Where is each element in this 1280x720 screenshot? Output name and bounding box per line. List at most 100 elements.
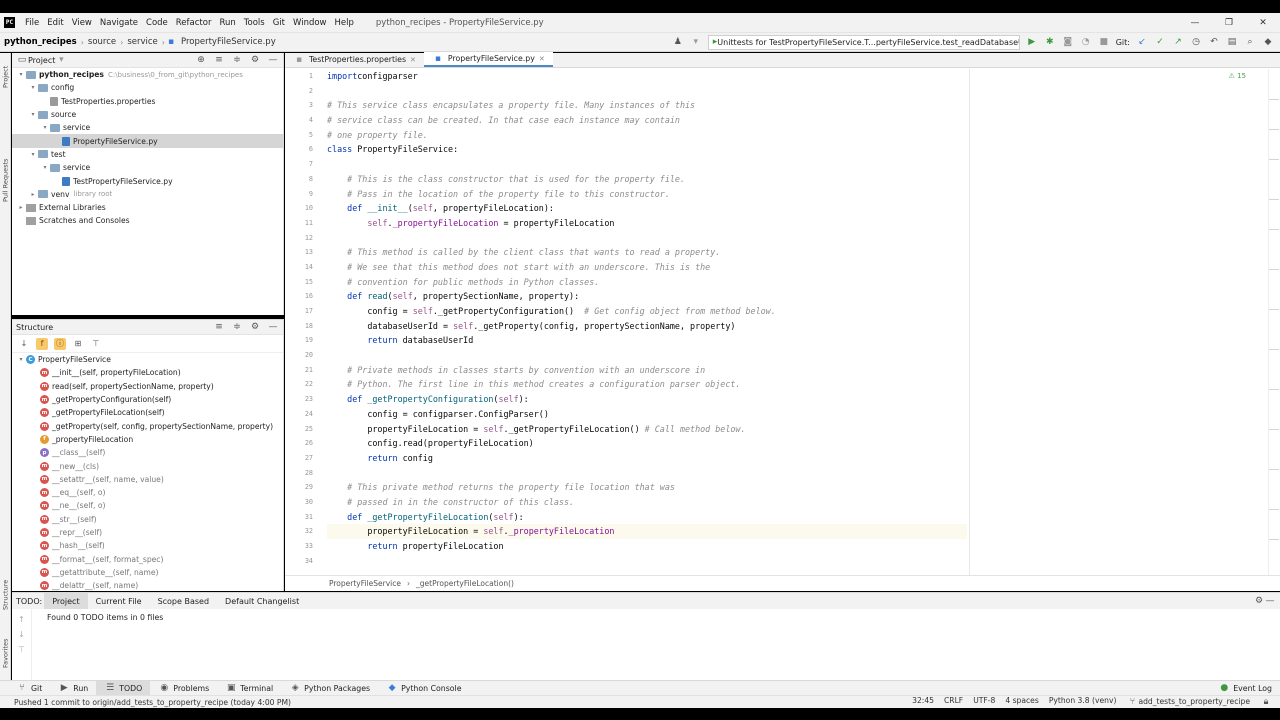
- breadcrumb-project[interactable]: python_recipes: [0, 37, 81, 47]
- project-tree-item[interactable]: TestProperties.properties: [12, 95, 283, 108]
- code-line[interactable]: [327, 157, 967, 172]
- code-text-area[interactable]: importconfigparser # This service class …: [327, 69, 967, 575]
- collapse-all-icon[interactable]: ≑: [231, 54, 243, 66]
- favorites-side-tab[interactable]: Favorites: [0, 631, 11, 675]
- project-tree-item[interactable]: ▾ config: [12, 81, 283, 94]
- expand-arrow-icon[interactable]: ▾: [40, 164, 50, 171]
- project-tree-item[interactable]: ▸ External Libraries: [12, 201, 283, 214]
- chevron-down-icon[interactable]: ▾: [690, 36, 702, 48]
- run-configuration-select[interactable]: ▸ Unittests for TestPropertyFileService.…: [707, 34, 1020, 50]
- breadcrumb-file[interactable]: PropertyFileService.py: [177, 37, 280, 47]
- menu-help[interactable]: Help: [331, 18, 358, 28]
- structure-item[interactable]: m __getattribute__(self, name): [12, 566, 283, 579]
- code-line[interactable]: return databaseUserId: [327, 333, 967, 348]
- caret-position[interactable]: 32:45: [912, 696, 934, 708]
- debug-icon[interactable]: ✱: [1044, 36, 1056, 48]
- code-line[interactable]: config = configparser.ConfigParser(): [327, 407, 967, 422]
- code-line[interactable]: # one property file.: [327, 128, 967, 143]
- crumb-class[interactable]: PropertyFileService: [329, 579, 401, 588]
- structure-item[interactable]: m read(self, propertySectionName, propert…: [12, 380, 283, 393]
- collapse-all-icon[interactable]: ≑: [231, 321, 243, 333]
- structure-item[interactable]: m __format__(self, format_spec): [12, 552, 283, 565]
- expand-arrow-icon[interactable]: ▸: [28, 191, 38, 198]
- gear-icon[interactable]: ⚙: [249, 54, 261, 66]
- git-update-icon[interactable]: ↙: [1136, 36, 1148, 48]
- project-tree-item[interactable]: PropertyFileService.py: [12, 134, 283, 148]
- structure-item[interactable]: m __repr__(self): [12, 526, 283, 539]
- menu-code[interactable]: Code: [142, 18, 172, 28]
- close-tab-icon[interactable]: ✕: [410, 56, 416, 64]
- code-line[interactable]: # This private method returns the proper…: [327, 480, 967, 495]
- todo-tab-project[interactable]: Project: [44, 593, 88, 609]
- inspection-widget[interactable]: ⚠ 15: [1229, 72, 1246, 80]
- code-line[interactable]: [327, 348, 967, 363]
- stop-icon[interactable]: ■: [1098, 36, 1110, 48]
- code-line[interactable]: # service class can be created. In that …: [327, 113, 967, 128]
- tab-testproperties[interactable]: ▪ TestProperties.properties ✕: [285, 52, 424, 67]
- structure-item[interactable]: m _getPropertyFileLocation(self): [12, 406, 283, 419]
- menu-git[interactable]: Git: [269, 18, 289, 28]
- expand-arrow-icon[interactable]: ▾: [28, 151, 38, 158]
- user-icon[interactable]: ♟: [672, 36, 684, 48]
- file-encoding[interactable]: UTF-8: [973, 696, 995, 708]
- structure-item[interactable]: m __setattr__(self, name, value): [12, 473, 283, 486]
- code-line[interactable]: # This method is called by the client cl…: [327, 245, 967, 260]
- close-tab-icon[interactable]: ✕: [539, 55, 545, 63]
- restore-icon[interactable]: ❐: [1212, 18, 1246, 28]
- todo-tab-default-changelist[interactable]: Default Changelist: [217, 593, 307, 609]
- structure-item[interactable]: m __str__(self): [12, 513, 283, 526]
- code-line[interactable]: def __init__(self, propertyFileLocation)…: [327, 201, 967, 216]
- coverage-icon[interactable]: ◙: [1062, 36, 1074, 48]
- menu-navigate[interactable]: Navigate: [96, 18, 142, 28]
- code-line[interactable]: self._propertyFileLocation = propertyFil…: [327, 216, 967, 231]
- code-line[interactable]: # passed in in the constructor of this c…: [327, 495, 967, 510]
- todo-tab-current-file[interactable]: Current File: [88, 593, 150, 609]
- arrow-up-icon[interactable]: ↑: [12, 615, 31, 624]
- menu-view[interactable]: View: [68, 18, 96, 28]
- code-line[interactable]: [327, 84, 967, 99]
- git-push-icon[interactable]: ↗: [1172, 36, 1184, 48]
- filter-icon[interactable]: ⊤: [90, 338, 102, 350]
- code-line[interactable]: # convention for public methods in Pytho…: [327, 275, 967, 290]
- code-line[interactable]: # We see that this method does not start…: [327, 260, 967, 275]
- rollback-icon[interactable]: ↶: [1208, 36, 1220, 48]
- code-line[interactable]: [327, 231, 967, 246]
- expand-arrow-icon[interactable]: ▾: [16, 71, 26, 78]
- menu-refactor[interactable]: Refactor: [172, 18, 216, 28]
- expand-arrow-icon[interactable]: ▾: [40, 124, 50, 131]
- show-fields-icon[interactable]: f: [36, 337, 48, 350]
- project-tree-item[interactable]: ▾ service: [12, 161, 283, 174]
- code-line[interactable]: # Pass in the location of the property f…: [327, 187, 967, 202]
- toolwindow-git[interactable]: ⑂ Git: [8, 681, 50, 696]
- project-tree-item[interactable]: ▾ python_recipes C:\business\0_from_git\py…: [12, 68, 283, 81]
- chevron-down-icon[interactable]: ▾: [55, 54, 67, 66]
- code-line[interactable]: return config: [327, 451, 967, 466]
- toolwindow-terminal[interactable]: ▣ Terminal: [217, 681, 281, 696]
- filter-icon[interactable]: ⊤: [12, 645, 31, 654]
- git-commit-icon[interactable]: ✓: [1154, 36, 1166, 48]
- pull-requests-side-tab[interactable]: Pull Requests: [0, 145, 11, 215]
- event-log-button[interactable]: ● Event Log: [1210, 681, 1280, 696]
- structure-item[interactable]: m __ne__(self, o): [12, 499, 283, 512]
- expand-arrow-icon[interactable]: ▾: [28, 84, 38, 91]
- search-icon[interactable]: ⌕: [1244, 36, 1256, 48]
- expand-arrow-icon[interactable]: ▾: [16, 356, 26, 363]
- structure-side-tab[interactable]: Structure: [0, 571, 11, 619]
- structure-item[interactable]: f _propertyFileLocation: [12, 433, 283, 446]
- expand-all-icon[interactable]: ≡: [213, 321, 225, 333]
- expand-arrow-icon[interactable]: ▸: [16, 204, 26, 211]
- toolwindow-python-console[interactable]: ◆ Python Console: [378, 681, 469, 696]
- project-tree-item[interactable]: ▾ service: [12, 121, 283, 134]
- menu-window[interactable]: Window: [289, 18, 331, 28]
- indent-setting[interactable]: 4 spaces: [1005, 696, 1038, 708]
- line-separator[interactable]: CRLF: [944, 696, 963, 708]
- sort-alpha-icon[interactable]: ↓: [18, 338, 30, 350]
- profile-icon[interactable]: ◔: [1080, 36, 1092, 48]
- python-interpreter[interactable]: Python 3.8 (venv): [1049, 696, 1117, 708]
- locate-icon[interactable]: ⊕: [195, 54, 207, 66]
- todo-tab-scope-based[interactable]: Scope Based: [150, 593, 217, 609]
- menu-file[interactable]: File: [21, 18, 43, 28]
- minimize-icon[interactable]: —: [1178, 18, 1212, 28]
- project-tree-item[interactable]: ▸ venv library root: [12, 188, 283, 201]
- structure-item[interactable]: m _getProperty(self, config, propertySect…: [12, 419, 283, 432]
